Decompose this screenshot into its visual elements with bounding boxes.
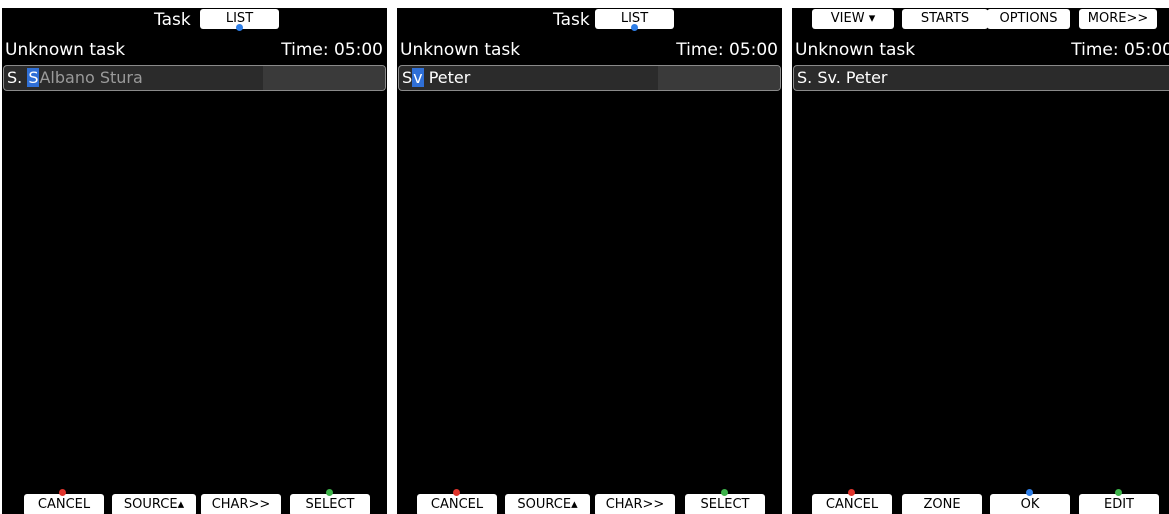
cancel-indicator-icon <box>59 489 66 496</box>
screen-title: Task <box>553 10 590 30</box>
cancel-indicator-icon <box>848 489 855 496</box>
selected-waypoint-name: S. Sv. Peter <box>797 68 888 87</box>
ok-button[interactable]: OK <box>990 494 1070 514</box>
search-input[interactable]: S. SAlbano Stura <box>3 65 386 91</box>
char-button[interactable]: CHAR>> <box>201 494 281 514</box>
select-button[interactable]: SELECT <box>290 494 370 514</box>
task-name: Unknown task <box>5 40 126 60</box>
zone-button[interactable]: ZONE <box>902 494 982 514</box>
search-field-end <box>263 66 385 90</box>
select-indicator-icon <box>721 489 728 496</box>
task-time: Time: 05:00 <box>676 40 778 60</box>
task-time: Time: 05:00 <box>1071 40 1169 60</box>
device-screen-2: Task LIST Unknown task Time: 05:00 Sv Pe… <box>397 8 782 514</box>
starts-button[interactable]: STARTS <box>902 9 988 29</box>
ok-indicator-icon <box>1026 489 1033 496</box>
completed-text: Peter <box>423 68 471 87</box>
view-menu-button[interactable]: VIEW ▾ <box>812 9 894 29</box>
device-screen-3: VIEW ▾ STARTS OPTIONS MORE>> Unknown tas… <box>792 8 1169 514</box>
screen-title: Task <box>154 10 191 30</box>
search-field-end <box>658 66 780 90</box>
info-indicator-icon <box>236 24 243 31</box>
text-cursor: v <box>412 68 424 87</box>
edit-indicator-icon <box>1115 489 1122 496</box>
more-button[interactable]: MORE>> <box>1079 9 1157 29</box>
select-indicator-icon <box>326 489 333 496</box>
info-indicator-icon <box>631 24 638 31</box>
selected-waypoint-row[interactable]: S. Sv. Peter <box>793 65 1169 91</box>
source-button[interactable]: SOURCE▴ <box>112 494 196 514</box>
search-input[interactable]: Sv Peter <box>398 65 781 91</box>
typed-text: S. <box>7 68 28 87</box>
autocomplete-hint: Albano Stura <box>39 68 143 87</box>
cancel-button[interactable]: CANCEL <box>812 494 892 514</box>
task-time: Time: 05:00 <box>281 40 383 60</box>
source-button[interactable]: SOURCE▴ <box>505 494 590 514</box>
select-button[interactable]: SELECT <box>685 494 765 514</box>
char-button[interactable]: CHAR>> <box>595 494 675 514</box>
text-cursor: S <box>27 68 40 87</box>
cancel-button[interactable]: CANCEL <box>417 494 497 514</box>
typed-text: S <box>402 68 413 87</box>
cancel-indicator-icon <box>453 489 460 496</box>
device-screen-1: Task LIST Unknown task Time: 05:00 S. SA… <box>2 8 387 514</box>
edit-button[interactable]: EDIT <box>1079 494 1159 514</box>
task-name: Unknown task <box>400 40 521 60</box>
cancel-button[interactable]: CANCEL <box>24 494 104 514</box>
options-button[interactable]: OPTIONS <box>987 9 1070 29</box>
task-name: Unknown task <box>795 40 916 60</box>
